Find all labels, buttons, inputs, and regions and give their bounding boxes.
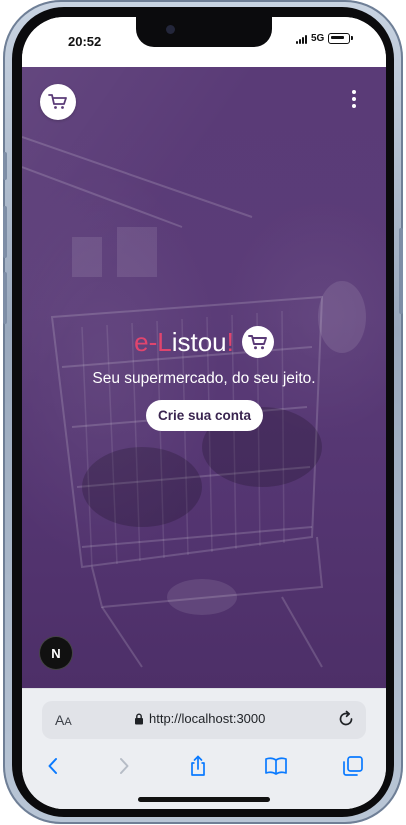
back-button[interactable] <box>40 753 66 779</box>
url-display[interactable]: http://localhost:3000 <box>134 711 265 726</box>
screen: 20:52 5G e-Listou! Seu supermercado, do … <box>22 17 386 809</box>
share-icon <box>191 755 205 776</box>
forward-button[interactable] <box>111 753 137 779</box>
safari-bottom-bar: AA http://localhost:3000 <box>22 688 386 809</box>
address-bar[interactable]: AA http://localhost:3000 <box>42 701 366 739</box>
tagline: Seu supermercado, do seu jeito. <box>92 370 316 387</box>
battery-icon <box>328 33 354 44</box>
status-bar: 20:52 5G <box>22 17 386 67</box>
tabs-icon <box>343 756 363 776</box>
chevron-right-icon <box>120 758 129 774</box>
network-type: 5G <box>311 33 325 44</box>
chevron-left-icon <box>48 758 57 774</box>
tabs-button[interactable] <box>340 753 366 779</box>
status-time: 20:52 <box>68 34 102 49</box>
front-camera <box>166 25 175 34</box>
url-text: http://localhost:3000 <box>149 711 266 726</box>
more-vertical-icon <box>352 90 356 94</box>
brand-logo: e-Listou! <box>22 326 386 358</box>
browser-toolbar <box>22 749 386 785</box>
share-button[interactable] <box>185 753 211 779</box>
power-button <box>399 228 403 314</box>
silent-switch <box>3 152 7 180</box>
bookmarks-button[interactable] <box>263 753 289 779</box>
text-size-button[interactable]: AA <box>55 712 72 728</box>
brand-name: e-Listou! <box>134 326 234 357</box>
book-icon <box>265 757 287 775</box>
more-menu-button[interactable] <box>344 87 364 111</box>
brand-cart-icon <box>241 326 274 358</box>
signal-icon <box>296 34 307 44</box>
reload-icon[interactable] <box>336 709 356 729</box>
nextjs-dev-badge[interactable]: N <box>40 637 72 669</box>
create-account-button[interactable]: Crie sua conta <box>146 400 263 431</box>
lock-icon <box>135 713 143 724</box>
status-indicators: 5G <box>296 33 354 44</box>
notch <box>136 17 272 47</box>
volume-up-button <box>3 206 7 258</box>
hero-section: e-Listou! Seu supermercado, do seu jeito… <box>22 67 386 688</box>
cart-icon <box>48 94 67 109</box>
home-indicator <box>138 797 270 802</box>
volume-down-button <box>3 272 7 324</box>
home-cart-button[interactable] <box>40 84 76 120</box>
